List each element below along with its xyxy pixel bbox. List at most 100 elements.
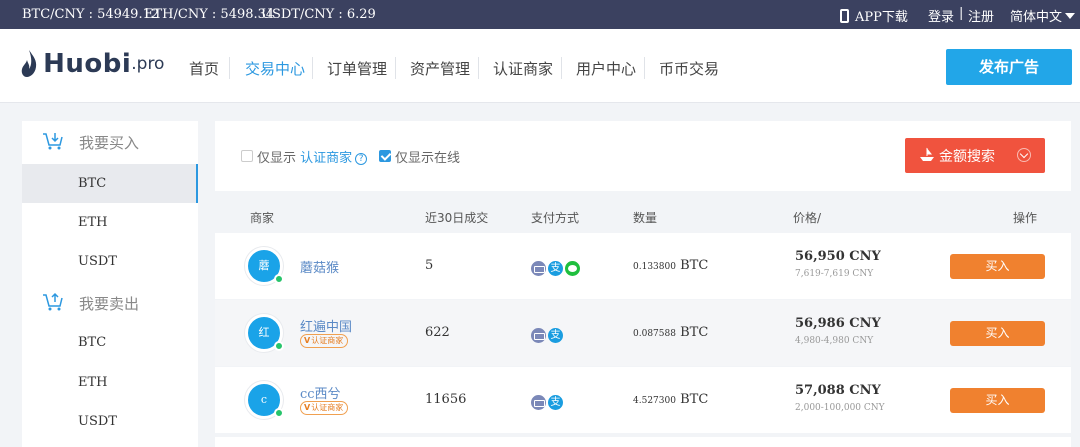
unit-price: 56,986 CNY <box>795 316 881 331</box>
certified-merchant-badge: V认证商家 <box>300 401 349 415</box>
quantity-unit: BTC <box>680 258 709 273</box>
sidebar-item-sell-btc[interactable]: BTC <box>22 323 198 362</box>
main-nav: Huobi.pro 首页 交易中心 订单管理 资产管理 认证商家 用户中心 币币… <box>0 29 1080 103</box>
verified-v-icon: V <box>304 336 311 345</box>
nav-order-management[interactable]: 订单管理 <box>327 58 387 79</box>
quantity-value: 0.087588 <box>633 329 676 339</box>
bank-card-icon <box>531 328 546 343</box>
register-link[interactable]: 注册 <box>968 6 994 25</box>
buy-button[interactable]: 买入 <box>950 321 1045 346</box>
quantity-value: 4.527300 <box>633 396 676 406</box>
nav-divider <box>312 57 313 79</box>
online-only-checkbox[interactable] <box>379 150 391 162</box>
sidebar-item-label: USDT <box>78 254 117 269</box>
phone-icon <box>840 9 849 23</box>
logo-suffix: .pro <box>131 54 165 74</box>
buy-button[interactable]: 买入 <box>950 254 1045 279</box>
cart-buy-icon <box>43 133 63 150</box>
quantity-unit: BTC <box>680 325 709 340</box>
certified-merchant-link[interactable]: 认证商家 <box>300 151 352 166</box>
order-limit: 2,000-100,000 CNY <box>795 403 885 413</box>
language-label: 简体中文 <box>1010 10 1063 25</box>
buy-button[interactable]: 买入 <box>950 388 1045 413</box>
language-selector[interactable]: 简体中文 <box>1010 6 1076 25</box>
bank-card-icon <box>531 261 546 276</box>
verified-v-icon: V <box>304 403 311 412</box>
nav-home[interactable]: 首页 <box>189 58 219 79</box>
nav-certified-merchants[interactable]: 认证商家 <box>493 58 553 79</box>
nav-divider <box>561 57 562 79</box>
ticker-bar: BTC/CNY : 54949.12 ETH/CNY : 5498.34 USD… <box>0 0 1080 29</box>
btc-price-ticker: BTC/CNY : 54949.12 <box>22 7 160 22</box>
col-header-price: 价格/ <box>793 211 822 225</box>
nav-coin-trading[interactable]: 币币交易 <box>659 58 719 79</box>
quantity: 0.087588 BTC <box>633 325 708 340</box>
avatar-initial: c <box>260 393 268 406</box>
cart-sell-icon <box>43 292 63 311</box>
avatar[interactable]: 蘑 <box>245 247 284 285</box>
sidebar: 我要买入 BTC ETH USDT 我要卖出 BTC ETH USDT <box>22 121 198 447</box>
online-status-icon <box>274 274 284 284</box>
sell-section-title: 我要卖出 <box>79 295 140 313</box>
merchant-name[interactable]: 红遍中国 <box>300 316 352 335</box>
certified-only-checkbox[interactable] <box>241 150 253 162</box>
trade-count: 11656 <box>425 392 467 407</box>
nav-trading-center[interactable]: 交易中心 <box>245 58 305 79</box>
sidebar-item-sell-usdt[interactable]: USDT <box>22 402 198 441</box>
sidebar-item-buy-btc[interactable]: BTC <box>22 164 198 203</box>
app-download-link[interactable]: APP下载 <box>840 6 908 25</box>
sidebar-item-buy-eth[interactable]: ETH <box>22 203 198 242</box>
sidebar-item-sell-eth[interactable]: ETH <box>22 363 198 402</box>
app-download-label: APP下载 <box>855 10 908 25</box>
table-row: c cc西兮 V认证商家 11656 支 4.527300 BTC 57,088… <box>215 367 1071 433</box>
huobi-logo[interactable]: Huobi.pro <box>20 49 164 81</box>
avatar-initial: 红 <box>258 326 270 339</box>
avatar[interactable]: c <box>245 381 284 419</box>
login-link[interactable]: 登录 <box>928 6 954 25</box>
avatar[interactable]: 红 <box>245 314 284 352</box>
sidebar-item-label: BTC <box>78 335 107 350</box>
merchant-name[interactable]: cc西兮 <box>300 383 341 402</box>
filter-bar: 仅显示 认证商家? 仅显示在线 金额搜索 <box>215 121 1071 191</box>
ship-icon <box>920 147 934 161</box>
avatar-initial: 蘑 <box>258 259 270 272</box>
flame-icon <box>21 50 37 77</box>
col-header-quantity: 数量 <box>633 211 658 225</box>
sidebar-item-buy-usdt[interactable]: USDT <box>22 242 198 281</box>
nav-user-center[interactable]: 用户中心 <box>576 58 636 79</box>
col-header-payment: 支付方式 <box>531 211 580 225</box>
alipay-icon: 支 <box>548 328 563 343</box>
logo-wordmark: Huobi <box>43 49 132 79</box>
table-row-partial <box>215 437 1071 447</box>
payment-methods: 支 <box>531 258 582 277</box>
nav-divider <box>478 57 479 79</box>
online-filter-label[interactable]: 仅显示在线 <box>395 147 460 166</box>
certified-merchant-badge: V认证商家 <box>300 334 349 348</box>
buy-section-title: 我要买入 <box>79 134 140 152</box>
trade-count: 5 <box>425 258 434 273</box>
merchant-name[interactable]: 蘑菇猴 <box>300 257 339 276</box>
order-limit: 4,980-4,980 CNY <box>795 336 874 346</box>
table-row: 红 红遍中国 V认证商家 622 支 0.087588 BTC 56,986 C… <box>215 300 1071 366</box>
payment-methods: 支 <box>531 325 565 344</box>
alipay-icon: 支 <box>548 395 563 410</box>
quantity: 0.133800 BTC <box>633 258 708 273</box>
col-header-action: 操作 <box>1013 211 1038 225</box>
ticker-separator: | <box>959 6 964 21</box>
eth-price-ticker: ETH/CNY : 5498.34 <box>144 7 275 22</box>
help-icon[interactable]: ? <box>355 153 368 165</box>
quantity: 4.527300 BTC <box>633 392 708 407</box>
alipay-icon: 支 <box>548 261 563 276</box>
quantity-value: 0.133800 <box>633 262 676 272</box>
publish-ad-button[interactable]: 发布广告 <box>946 49 1072 85</box>
trade-count: 622 <box>425 325 450 340</box>
only-show-text: 仅显示 <box>257 151 297 166</box>
sidebar-buy-header: 我要买入 <box>22 121 198 161</box>
certified-filter-label: 仅显示 认证商家? <box>257 147 368 166</box>
amount-search-button[interactable]: 金额搜索 <box>905 138 1045 173</box>
online-status-icon <box>274 341 284 351</box>
table-row: 蘑 蘑菇猴 5 支 0.133800 BTC 56,950 CNY 7,619-… <box>215 233 1071 299</box>
nav-asset-management[interactable]: 资产管理 <box>410 58 470 79</box>
badge-label: 认证商家 <box>311 403 344 412</box>
nav-divider <box>644 57 645 79</box>
